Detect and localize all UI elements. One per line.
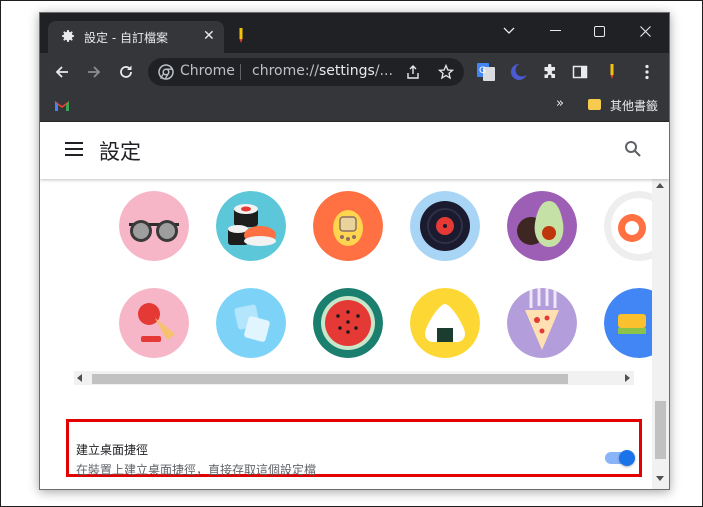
- pizza-avatar[interactable]: [507, 288, 577, 358]
- scroll-left-arrow-icon[interactable]: [77, 374, 82, 382]
- vertical-scrollbar[interactable]: [652, 179, 669, 489]
- pencil-icon[interactable]: [236, 27, 246, 45]
- moon-extension[interactable]: [509, 62, 529, 82]
- desktop-shortcut-subtitle: 在裝置上建立桌面捷徑，直接存取這個設定檔: [76, 463, 317, 477]
- desktop-shortcut-toggle[interactable]: [603, 448, 635, 468]
- settings-header: 設定: [40, 122, 669, 179]
- chevron-down-icon: [503, 27, 515, 34]
- bookmarks-bar: » 其他書籤: [40, 91, 669, 122]
- bookmarks-overflow-button[interactable]: »: [556, 96, 564, 111]
- dropdown-button[interactable]: [495, 19, 523, 43]
- pencil-icon: [610, 64, 614, 79]
- title-bar: 設定 - 自訂檔案 ✕: [40, 13, 669, 53]
- minimize-button[interactable]: [542, 19, 570, 43]
- omnibox-separator: [240, 64, 241, 80]
- tab-title: 設定 - 自訂檔案: [84, 31, 168, 45]
- address-bar[interactable]: Chrome chrome://settings/...: [148, 58, 464, 86]
- reload-icon: [120, 65, 132, 78]
- chrome-logo-icon: [158, 64, 174, 80]
- back-button[interactable]: [52, 62, 72, 82]
- more-vert-icon: [645, 64, 649, 80]
- close-icon: [639, 25, 651, 37]
- page-title: 設定: [99, 140, 141, 164]
- watermelon-avatar[interactable]: [313, 288, 383, 358]
- horizontal-scroll-thumb[interactable]: [92, 374, 568, 384]
- moon-icon: [511, 63, 528, 80]
- url-host: settings: [319, 63, 375, 79]
- ice-cubes-avatar[interactable]: [216, 288, 286, 358]
- translate-icon: G: [477, 63, 495, 81]
- scroll-down-arrow-icon[interactable]: [656, 476, 664, 481]
- minimize-icon: [550, 30, 561, 31]
- toolbar: Chrome chrome://settings/... G: [40, 53, 669, 91]
- tab-close-button[interactable]: ✕: [203, 27, 215, 45]
- settings-content: 建立桌面捷徑 在裝置上建立桌面捷徑，直接存取這個設定檔: [40, 179, 652, 489]
- avocado-avatar[interactable]: [507, 191, 577, 261]
- active-tab[interactable]: 設定 - 自訂檔案 ✕: [48, 21, 224, 53]
- profile-button[interactable]: [602, 62, 622, 82]
- side-panel-icon: [572, 65, 588, 79]
- side-panel-button[interactable]: [570, 62, 590, 82]
- site-label: Chrome: [180, 63, 235, 79]
- reload-button[interactable]: [116, 62, 136, 82]
- arrow-right-icon: [88, 66, 101, 78]
- url-path: /...: [374, 63, 393, 79]
- onigiri-avatar[interactable]: [410, 288, 480, 358]
- ice-cream-avatar[interactable]: [119, 288, 189, 358]
- sushi-avatar[interactable]: [216, 191, 286, 261]
- url-scheme: chrome://: [252, 63, 319, 79]
- maximize-button[interactable]: [585, 19, 613, 43]
- scroll-up-arrow-icon[interactable]: [656, 183, 664, 188]
- hamburger-menu-icon[interactable]: [65, 142, 83, 156]
- avatar-horizontal-scrollbar[interactable]: [74, 371, 634, 385]
- vertical-scroll-thumb[interactable]: [655, 401, 666, 459]
- other-bookmarks-folder[interactable]: 其他書籤: [610, 97, 658, 114]
- share-icon[interactable]: [405, 64, 421, 80]
- svg-text:G: G: [479, 66, 486, 76]
- gmail-icon[interactable]: [54, 100, 70, 112]
- close-window-button[interactable]: [631, 19, 659, 43]
- sunglasses-avatar[interactable]: [119, 191, 189, 261]
- puzzle-icon: [544, 64, 555, 78]
- chrome-window: 設定 - 自訂檔案 ✕ Chrome chrome://settings/...…: [39, 12, 670, 490]
- forward-button[interactable]: [84, 62, 104, 82]
- menu-button[interactable]: [637, 62, 657, 82]
- scroll-right-arrow-icon[interactable]: [625, 374, 630, 382]
- maximize-icon: [593, 25, 605, 37]
- google-translate-extension[interactable]: G: [476, 62, 496, 82]
- partial-avatar[interactable]: [604, 288, 652, 358]
- partial-avatar[interactable]: [604, 191, 652, 261]
- star-icon[interactable]: [438, 64, 454, 80]
- vinyl-record-avatar[interactable]: [410, 191, 480, 261]
- arrow-left-icon: [55, 66, 68, 78]
- gear-icon: [62, 30, 74, 42]
- folder-icon: [588, 99, 601, 110]
- url-text: chrome://settings/...: [252, 63, 393, 79]
- toggle-knob: [619, 450, 635, 466]
- extensions-button[interactable]: [540, 62, 560, 82]
- tamagotchi-avatar[interactable]: [313, 191, 383, 261]
- search-icon[interactable]: [624, 140, 642, 158]
- desktop-shortcut-title: 建立桌面捷徑: [76, 443, 149, 457]
